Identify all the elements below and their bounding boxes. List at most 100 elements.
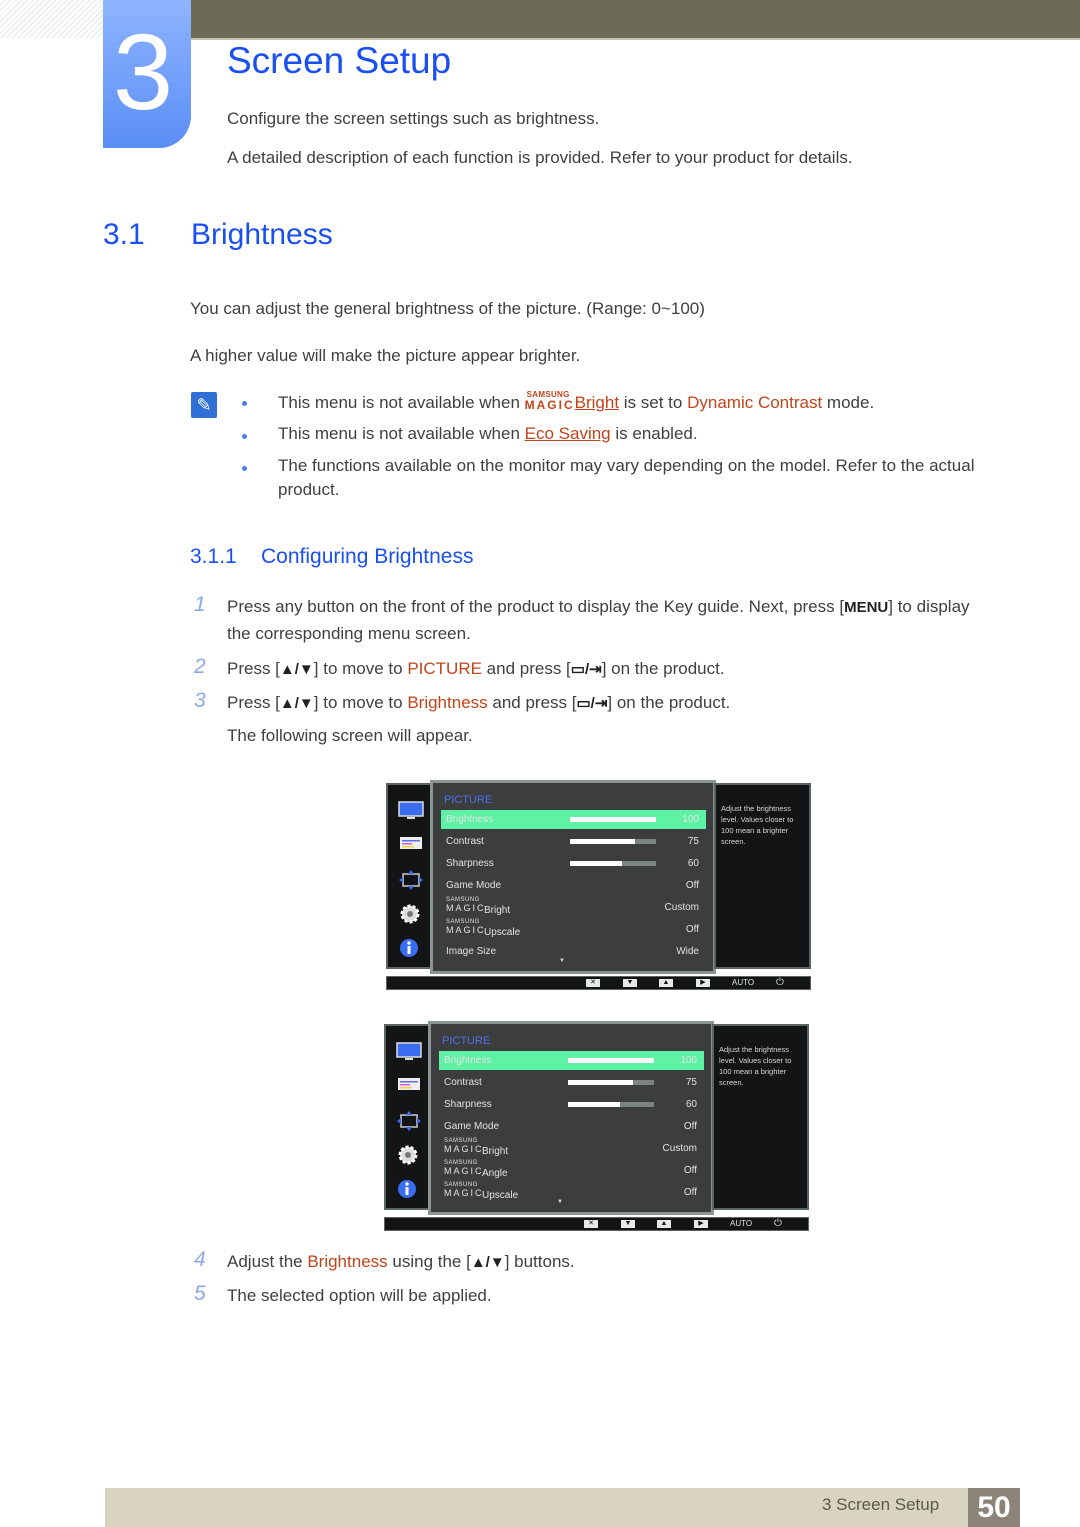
osd-menu-item[interactable]: Contrast 75	[441, 832, 706, 851]
close-icon[interactable]: ✕	[584, 1220, 598, 1228]
chapter-intro-2: A detailed description of each function …	[227, 148, 853, 167]
osd-slider-track[interactable]	[570, 817, 656, 822]
size-position-icon[interactable]	[398, 869, 424, 896]
osd-item-text: Brightness	[446, 814, 494, 825]
up-down-key-icon: ▲/▼	[470, 1254, 505, 1271]
osd-menu-item[interactable]: Image Size Wide	[441, 942, 706, 961]
step-text: Press [	[227, 693, 280, 712]
osd-sidebar	[386, 783, 434, 969]
osd-menu-item[interactable]: Brightness 100	[439, 1051, 704, 1070]
osd-menu-item[interactable]: Brightness 100	[441, 810, 706, 829]
info-icon[interactable]	[396, 1178, 418, 1205]
osd-item-label: Brightness	[444, 1055, 491, 1066]
close-icon[interactable]: ✕	[586, 979, 600, 987]
osd-item-text: Game Mode	[444, 1121, 500, 1132]
brightness-highlight: Brightness	[307, 1252, 388, 1271]
eco-saving-link[interactable]: Eco Saving	[525, 424, 611, 443]
gear-icon[interactable]	[398, 903, 422, 930]
scroll-down-arrow-icon[interactable]: ▼	[557, 1199, 563, 1205]
menu-key-icon: MENU	[844, 599, 889, 616]
right-arrow-icon[interactable]: ▶	[696, 979, 710, 987]
display-icon[interactable]	[398, 801, 424, 826]
up-arrow-icon[interactable]: ▲	[659, 979, 673, 987]
osd-item-label: Image Size	[446, 946, 496, 957]
osd-menu-item[interactable]: SAMSUNG MAGIC Upscale Off	[439, 1182, 704, 1202]
osd-help-text: Adjust the brightness level. Values clos…	[719, 1045, 792, 1087]
chapter-title: Screen Setup	[227, 40, 452, 81]
bullet-icon	[242, 401, 247, 406]
osd-slider-track[interactable]	[568, 1058, 654, 1063]
step-1-cont: the corresponding menu screen.	[227, 624, 471, 643]
display-icon[interactable]	[396, 1042, 422, 1067]
size-position-icon[interactable]	[396, 1110, 422, 1137]
step-text: ] on the product.	[601, 659, 725, 678]
step-text: ] on the product.	[607, 693, 731, 712]
osd-item-label: Sharpness	[444, 1099, 492, 1110]
osd-item-label: SAMSUNG MAGIC Bright	[444, 1138, 508, 1157]
osd-menu-panel: PICTURE Brightness 100 Contrast 75 Sharpness 6…	[430, 780, 716, 974]
step-2: Press [▲/▼] to move to PICTURE and press…	[227, 659, 725, 679]
up-arrow-icon[interactable]: ▲	[657, 1220, 671, 1228]
power-icon[interactable]: ⏻	[774, 1218, 782, 1229]
osd-menu-item[interactable]: Sharpness 60	[441, 854, 706, 873]
picture-settings-icon[interactable]	[396, 1076, 422, 1097]
osd-slider-track[interactable]	[570, 861, 656, 866]
osd-menu-item[interactable]: Contrast 75	[439, 1073, 704, 1092]
osd-item-text: Upscale	[484, 927, 521, 938]
osd-item-label: Brightness	[446, 814, 493, 825]
step-number: 4	[194, 1248, 206, 1271]
osd-item-label: SAMSUNG MAGIC Upscale	[446, 919, 521, 938]
up-down-key-icon: ▲/▼	[279, 695, 314, 712]
osd-menu-title: PICTURE	[444, 794, 493, 806]
osd-slider-fill	[568, 1102, 620, 1107]
note-item-1: This menu is not available when SAMSUNG M…	[278, 390, 874, 413]
power-icon[interactable]: ⏻	[776, 977, 784, 988]
osd-slider-track[interactable]	[568, 1080, 654, 1085]
chapter-number: 3	[112, 11, 174, 132]
osd-item-text: Upscale	[482, 1190, 519, 1201]
osd-slider-track[interactable]	[568, 1102, 654, 1107]
osd-key-guide-bar: ✕ ▼ ▲ ▶ AUTO ⏻	[384, 1217, 809, 1231]
osd-menu-item[interactable]: SAMSUNG MAGIC Bright Custom	[441, 897, 706, 917]
osd-menu-item[interactable]: Sharpness 60	[439, 1095, 704, 1114]
osd-menu-item[interactable]: SAMSUNG MAGIC Upscale Off	[441, 919, 706, 939]
right-arrow-icon[interactable]: ▶	[694, 1220, 708, 1228]
osd-item-text: Sharpness	[446, 858, 494, 869]
osd-menu-item[interactable]: Game Mode Off	[441, 876, 706, 895]
magic-logo-magic: MAGIC	[444, 1166, 484, 1176]
down-arrow-icon[interactable]: ▼	[623, 979, 637, 987]
step-text: ] to move to	[313, 693, 408, 712]
osd-menu-item[interactable]: SAMSUNG MAGIC Bright Custom	[439, 1138, 704, 1158]
magic-logo-magic: MAGIC	[444, 1188, 484, 1198]
osd-item-text: Image Size	[446, 946, 497, 957]
osd-item-value: 100	[680, 1055, 697, 1066]
scroll-down-arrow-icon[interactable]: ▼	[559, 958, 565, 964]
osd-item-label: Contrast	[446, 836, 484, 847]
osd-help-panel: Adjust the brightness level. Values clos…	[714, 783, 811, 969]
osd-menu-item[interactable]: SAMSUNG MAGIC Angle Off	[439, 1160, 704, 1180]
osd-slider-fill	[568, 1058, 654, 1063]
down-arrow-icon[interactable]: ▼	[621, 1220, 635, 1228]
picture-settings-icon[interactable]	[398, 835, 424, 856]
auto-button[interactable]: AUTO	[732, 978, 754, 987]
osd-slider-track[interactable]	[570, 839, 656, 844]
magic-logo: SAMSUNG MAGIC	[444, 1138, 482, 1157]
bullet-icon	[242, 434, 247, 439]
magic-logo: SAMSUNG MAGIC	[444, 1160, 484, 1179]
osd-item-value: Off	[683, 1187, 697, 1198]
bullet-icon	[242, 466, 247, 471]
gear-icon[interactable]	[396, 1144, 420, 1171]
osd-item-value: 60	[685, 1099, 697, 1110]
auto-button[interactable]: AUTO	[730, 1219, 752, 1228]
osd-menu-item[interactable]: Game Mode Off	[439, 1117, 704, 1136]
info-icon[interactable]	[398, 937, 420, 964]
magicbright-link[interactable]: Bright	[575, 393, 619, 412]
step-text: ] buttons.	[504, 1252, 575, 1271]
step-text: using the [	[387, 1252, 471, 1271]
note-item-3-cont: product.	[278, 480, 340, 499]
osd-menu-title: PICTURE	[442, 1035, 491, 1047]
brightness-highlight: Brightness	[407, 693, 488, 712]
osd-menu-panel: PICTURE Brightness 100 Contrast 75 Sharpness 6…	[428, 1021, 714, 1215]
osd-item-value: 100	[682, 814, 699, 825]
osd-item-text: Brightness	[444, 1055, 492, 1066]
